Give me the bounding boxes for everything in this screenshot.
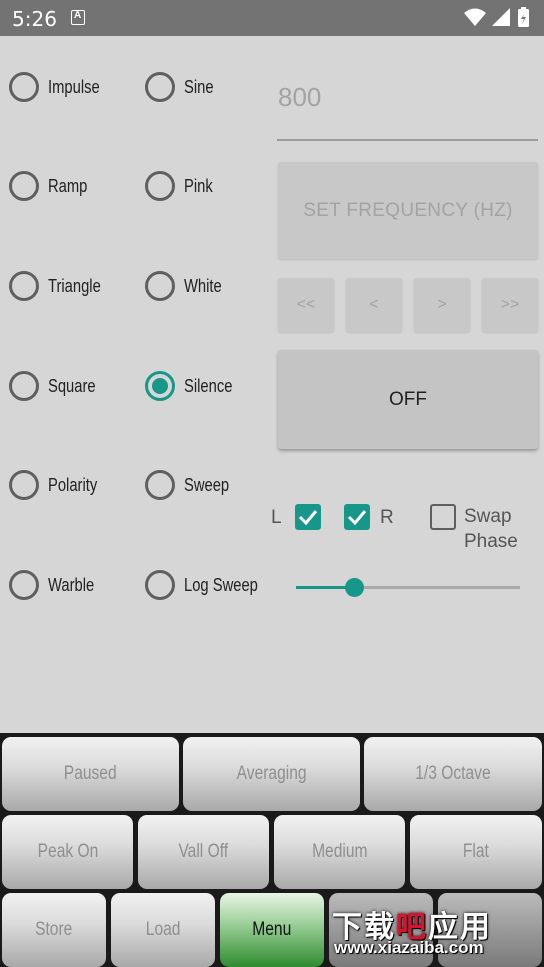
right-channel-label: R xyxy=(380,507,394,528)
button-label: Paused xyxy=(64,763,117,784)
signal-icon xyxy=(492,8,510,26)
radio-circle xyxy=(145,171,175,201)
load-button[interactable]: Load xyxy=(111,893,215,967)
menu-button[interactable]: Menu xyxy=(220,893,324,967)
radio-circle xyxy=(145,371,175,401)
swap-phase-checkbox[interactable] xyxy=(430,504,456,530)
weighting-button[interactable]: Flat xyxy=(410,815,542,889)
radio-circle xyxy=(145,271,175,301)
radio-label: Ramp xyxy=(48,175,88,196)
button-label: 1/3 Octave xyxy=(415,763,491,784)
step-down-button[interactable]: < xyxy=(346,278,402,332)
set-frequency-button[interactable]: SET FREQUENCY (HZ) xyxy=(278,162,538,259)
radio-label: Sine xyxy=(184,76,214,97)
swap-phase-label-line1: Swap xyxy=(464,506,512,527)
radio-triangle[interactable]: Triangle xyxy=(9,266,112,306)
volume-slider-thumb[interactable] xyxy=(344,578,364,597)
radio-label: Log Sweep xyxy=(184,574,258,595)
octave-button[interactable]: 1/3 Octave xyxy=(364,737,542,811)
radio-label: Square xyxy=(48,375,96,396)
step-fast-down-button[interactable]: << xyxy=(278,278,334,332)
button-label: Flat xyxy=(463,841,489,862)
radio-label: Pink xyxy=(184,175,213,196)
paused-button[interactable]: Paused xyxy=(2,737,179,811)
status-time: 5:26 xyxy=(12,7,57,31)
peak-button[interactable]: Peak On xyxy=(2,815,133,889)
speed-button[interactable]: Medium xyxy=(274,815,405,889)
radio-ramp[interactable]: Ramp xyxy=(9,166,96,206)
radio-circle xyxy=(9,72,39,102)
power-toggle-button[interactable]: OFF xyxy=(278,350,538,449)
status-bar: 5:26 xyxy=(0,0,544,36)
radio-silence[interactable]: Silence xyxy=(145,366,243,406)
notification-icon xyxy=(71,10,85,25)
check-icon xyxy=(347,510,367,526)
radio-warble[interactable]: Warble xyxy=(9,565,104,605)
radio-square[interactable]: Square xyxy=(9,366,106,406)
radio-log-sweep[interactable]: Log Sweep xyxy=(145,565,274,605)
radio-circle xyxy=(9,171,39,201)
button-label: Vall Off xyxy=(178,841,229,862)
radio-sine[interactable]: Sine xyxy=(145,67,220,107)
valley-button[interactable]: Vall Off xyxy=(138,815,269,889)
frequency-input-placeholder: 800 xyxy=(278,82,322,112)
radio-circle xyxy=(145,570,175,600)
step-up-button[interactable]: > xyxy=(414,278,470,332)
button-label: Medium xyxy=(311,841,368,862)
frequency-input[interactable]: 800 xyxy=(277,72,538,141)
radio-circle xyxy=(9,271,39,301)
radio-label: Silence xyxy=(184,375,233,396)
radio-white[interactable]: White xyxy=(145,266,230,306)
right-channel-checkbox[interactable] xyxy=(344,504,370,530)
left-channel-label: L xyxy=(271,507,282,528)
radio-label: White xyxy=(184,275,222,296)
left-channel-checkbox[interactable] xyxy=(295,504,321,530)
radio-circle xyxy=(9,470,39,500)
radio-label: Sweep xyxy=(184,474,230,495)
radio-circle xyxy=(9,570,39,600)
step-fast-up-button[interactable]: >> xyxy=(482,278,538,332)
radio-circle xyxy=(145,470,175,500)
radio-label: Impulse xyxy=(48,76,100,97)
averaging-button[interactable]: Averaging xyxy=(183,737,360,811)
button-label: Load xyxy=(145,919,181,940)
wifi-icon xyxy=(464,8,486,26)
radio-label: Warble xyxy=(48,574,95,595)
check-icon xyxy=(298,510,318,526)
radio-impulse[interactable]: Impulse xyxy=(9,67,111,107)
button-label: Averaging xyxy=(236,763,307,784)
button-label: Peak On xyxy=(37,841,98,862)
radio-polarity[interactable]: Polarity xyxy=(9,465,108,505)
watermark-logo: 下载吧应用 www.xiazaiba.com xyxy=(328,900,540,962)
watermark-url: www.xiazaiba.com xyxy=(334,938,484,957)
status-icons xyxy=(464,7,529,27)
swap-phase-label-line2: Phase xyxy=(464,531,518,552)
radio-label: Triangle xyxy=(48,275,101,296)
button-label: Menu xyxy=(252,919,292,940)
radio-label: Polarity xyxy=(48,474,98,495)
radio-circle xyxy=(9,371,39,401)
radio-circle xyxy=(145,72,175,102)
radio-sweep[interactable]: Sweep xyxy=(145,465,239,505)
radio-pink[interactable]: Pink xyxy=(145,166,219,206)
store-button[interactable]: Store xyxy=(2,893,106,967)
button-label: Store xyxy=(35,919,73,940)
